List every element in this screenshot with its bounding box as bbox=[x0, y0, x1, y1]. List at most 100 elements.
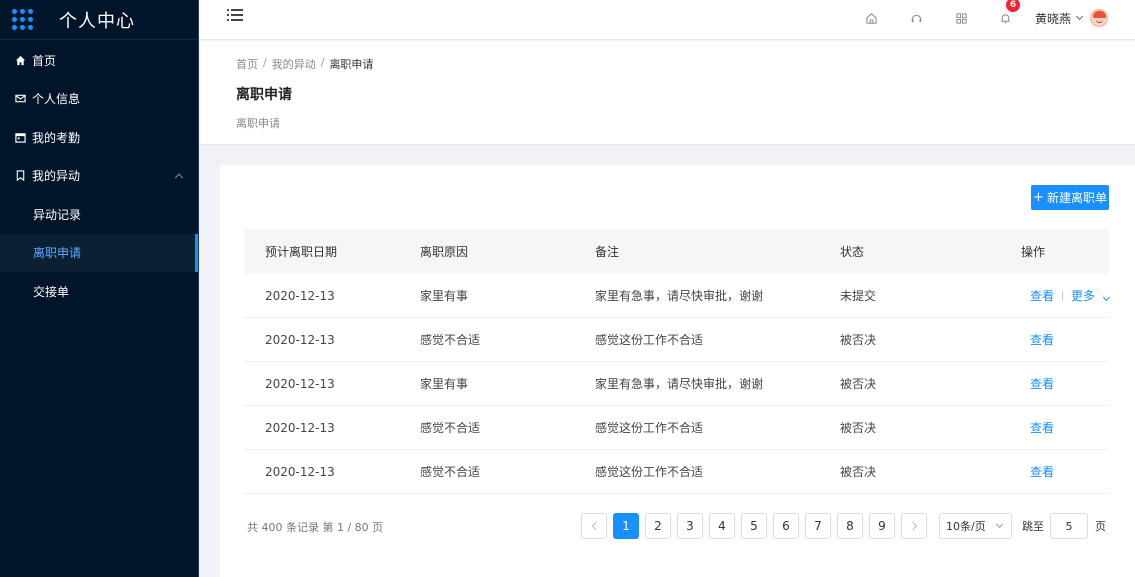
more-label: 更多 bbox=[1071, 289, 1096, 303]
page-description: 离职申请 bbox=[236, 117, 280, 130]
table-row: 2020-12-13 感觉不合适 感觉这份工作不合适 被否决 查看 bbox=[244, 450, 1109, 494]
cell-date: 2020-12-13 bbox=[265, 464, 335, 479]
column-header: 状态 bbox=[840, 245, 865, 259]
cell-reason: 感觉不合适 bbox=[420, 421, 481, 435]
bell-icon[interactable]: 6 bbox=[997, 0, 1020, 26]
chevron-up-icon bbox=[174, 173, 184, 182]
page-button[interactable]: 3 bbox=[677, 513, 703, 539]
column-header: 离职原因 bbox=[420, 245, 469, 259]
jump-label: 跳至 bbox=[1022, 520, 1044, 533]
page-button[interactable]: 7 bbox=[805, 513, 831, 539]
more-link[interactable]: 更多 bbox=[1071, 287, 1111, 304]
new-resignation-button[interactable]: + 新建离职单 bbox=[1031, 185, 1109, 210]
page-size-value: 10条/页 bbox=[946, 520, 986, 533]
breadcrumb-separator: / bbox=[263, 56, 267, 69]
cell-status: 被否决 bbox=[840, 333, 877, 347]
breadcrumb-changes[interactable]: 我的异动 bbox=[272, 56, 316, 72]
chevron-left-icon bbox=[591, 521, 600, 531]
notification-badge: 6 bbox=[1006, 0, 1020, 12]
table-row: 2020-12-13 家里有事 家里有急事，请尽快审批，谢谢 被否决 查看 bbox=[244, 362, 1109, 406]
cell-note: 家里有急事，请尽快审批，谢谢 bbox=[595, 377, 764, 391]
column-header: 备注 bbox=[595, 245, 620, 259]
chevron-down-icon bbox=[1075, 12, 1084, 21]
table-row: 2020-12-13 家里有事 家里有急事，请尽快审批，谢谢 未提交 查看 更多 bbox=[244, 274, 1111, 318]
pagination: 1 2 3 4 5 6 7 8 9 10条/页 跳至 页 bbox=[581, 513, 1106, 539]
page-button[interactable]: 2 bbox=[645, 513, 671, 539]
sidebar-item-home[interactable]: 首页 bbox=[0, 41, 198, 80]
plus-icon: + bbox=[1033, 190, 1044, 205]
cell-date: 2020-12-13 bbox=[265, 332, 335, 347]
sidebar-subitem-change-records[interactable]: 异动记录 bbox=[0, 195, 198, 234]
page-title: 离职申请 bbox=[236, 87, 292, 103]
user-name: 黄晓燕 bbox=[1035, 11, 1072, 26]
content-card: + 新建离职单 预计离职日期 离职原因 备注 状态 操作 2020-12-13 … bbox=[220, 165, 1135, 577]
page-button[interactable]: 9 bbox=[869, 513, 895, 539]
page-button[interactable]: 8 bbox=[837, 513, 863, 539]
cell-note: 感觉这份工作不合适 bbox=[595, 465, 704, 479]
menu-icon[interactable] bbox=[227, 8, 243, 22]
calendar-icon bbox=[14, 131, 26, 143]
top-header: 6 黄晓燕 bbox=[199, 0, 1135, 40]
view-link[interactable]: 查看 bbox=[1030, 463, 1054, 480]
jump-unit: 页 bbox=[1095, 520, 1106, 533]
breadcrumb-home[interactable]: 首页 bbox=[236, 56, 258, 72]
sidebar-item-profile[interactable]: 个人信息 bbox=[0, 80, 198, 119]
cell-status: 被否决 bbox=[840, 465, 877, 479]
cell-status: 未提交 bbox=[840, 289, 877, 303]
jump-page-input[interactable] bbox=[1050, 513, 1088, 539]
column-header: 操作 bbox=[1021, 245, 1046, 259]
sidebar: 个人中心 首页 个人信息 我的考勤 我的异动 异动记录 离职申请 交接单 bbox=[0, 0, 199, 577]
divider bbox=[1062, 290, 1063, 301]
sidebar-item-label: 我的异动 bbox=[32, 169, 81, 184]
page-button[interactable]: 5 bbox=[741, 513, 767, 539]
cell-reason: 感觉不合适 bbox=[420, 333, 481, 347]
table-header: 预计离职日期 离职原因 备注 状态 操作 bbox=[244, 229, 1109, 274]
cell-note: 感觉这份工作不合适 bbox=[595, 421, 704, 435]
cell-date: 2020-12-13 bbox=[265, 376, 335, 391]
view-link[interactable]: 查看 bbox=[1030, 419, 1054, 436]
prev-page-button[interactable] bbox=[581, 513, 607, 539]
sidebar-item-attendance[interactable]: 我的考勤 bbox=[0, 118, 198, 157]
cell-status: 被否决 bbox=[840, 377, 877, 391]
mail-icon bbox=[14, 93, 26, 105]
column-header: 预计离职日期 bbox=[265, 245, 338, 259]
page-button[interactable]: 6 bbox=[773, 513, 799, 539]
logo-bar: 个人中心 bbox=[0, 0, 198, 40]
apps-icon[interactable] bbox=[953, 10, 969, 26]
table-row: 2020-12-13 感觉不合适 感觉这份工作不合适 被否决 查看 bbox=[244, 318, 1109, 362]
page-header: 首页 / 我的异动 / 离职申请 离职申请 离职申请 bbox=[200, 41, 1135, 145]
breadcrumb-current: 离职申请 bbox=[329, 58, 374, 71]
sidebar-subitem-resignation[interactable]: 离职申请 bbox=[0, 233, 198, 272]
sidebar-item-label: 首页 bbox=[32, 53, 57, 68]
page-size-select[interactable]: 10条/页 bbox=[939, 513, 1012, 539]
avatar bbox=[1090, 9, 1109, 27]
sidebar-item-label: 个人信息 bbox=[32, 92, 81, 107]
user-menu[interactable]: 黄晓燕 bbox=[1035, 9, 1109, 27]
chevron-right-icon bbox=[908, 521, 917, 531]
table-row: 2020-12-13 感觉不合适 感觉这份工作不合适 被否决 查看 bbox=[244, 406, 1109, 450]
resignation-table: 预计离职日期 离职原因 备注 状态 操作 2020-12-13 家里有事 家里有… bbox=[244, 229, 1111, 494]
breadcrumb: 首页 / 我的异动 / 离职申请 bbox=[236, 56, 373, 72]
view-link[interactable]: 查看 bbox=[1030, 375, 1054, 392]
view-link[interactable]: 查看 bbox=[1030, 331, 1054, 348]
cell-reason: 家里有事 bbox=[420, 289, 469, 303]
sidebar-subitem-handover[interactable]: 交接单 bbox=[0, 272, 198, 311]
cell-note: 家里有急事，请尽快审批，谢谢 bbox=[595, 289, 764, 303]
page-button[interactable]: 4 bbox=[709, 513, 735, 539]
cell-note: 感觉这份工作不合适 bbox=[595, 333, 704, 347]
chevron-down-icon bbox=[1102, 293, 1111, 302]
headset-icon[interactable] bbox=[908, 10, 924, 26]
cell-status: 被否决 bbox=[840, 421, 877, 435]
bookmark-icon bbox=[14, 170, 26, 182]
sidebar-item-changes[interactable]: 我的异动 bbox=[0, 157, 198, 196]
cell-reason: 感觉不合适 bbox=[420, 465, 481, 479]
next-page-button[interactable] bbox=[901, 513, 927, 539]
home-icon bbox=[14, 54, 26, 66]
page-button[interactable]: 1 bbox=[613, 513, 639, 539]
home-icon[interactable] bbox=[863, 10, 879, 26]
cell-date: 2020-12-13 bbox=[265, 420, 335, 435]
sidebar-item-label: 我的考勤 bbox=[32, 130, 81, 145]
app-title: 个人中心 bbox=[59, 10, 135, 32]
new-resignation-label: 新建离职单 bbox=[1046, 191, 1107, 205]
view-link[interactable]: 查看 bbox=[1030, 287, 1054, 304]
